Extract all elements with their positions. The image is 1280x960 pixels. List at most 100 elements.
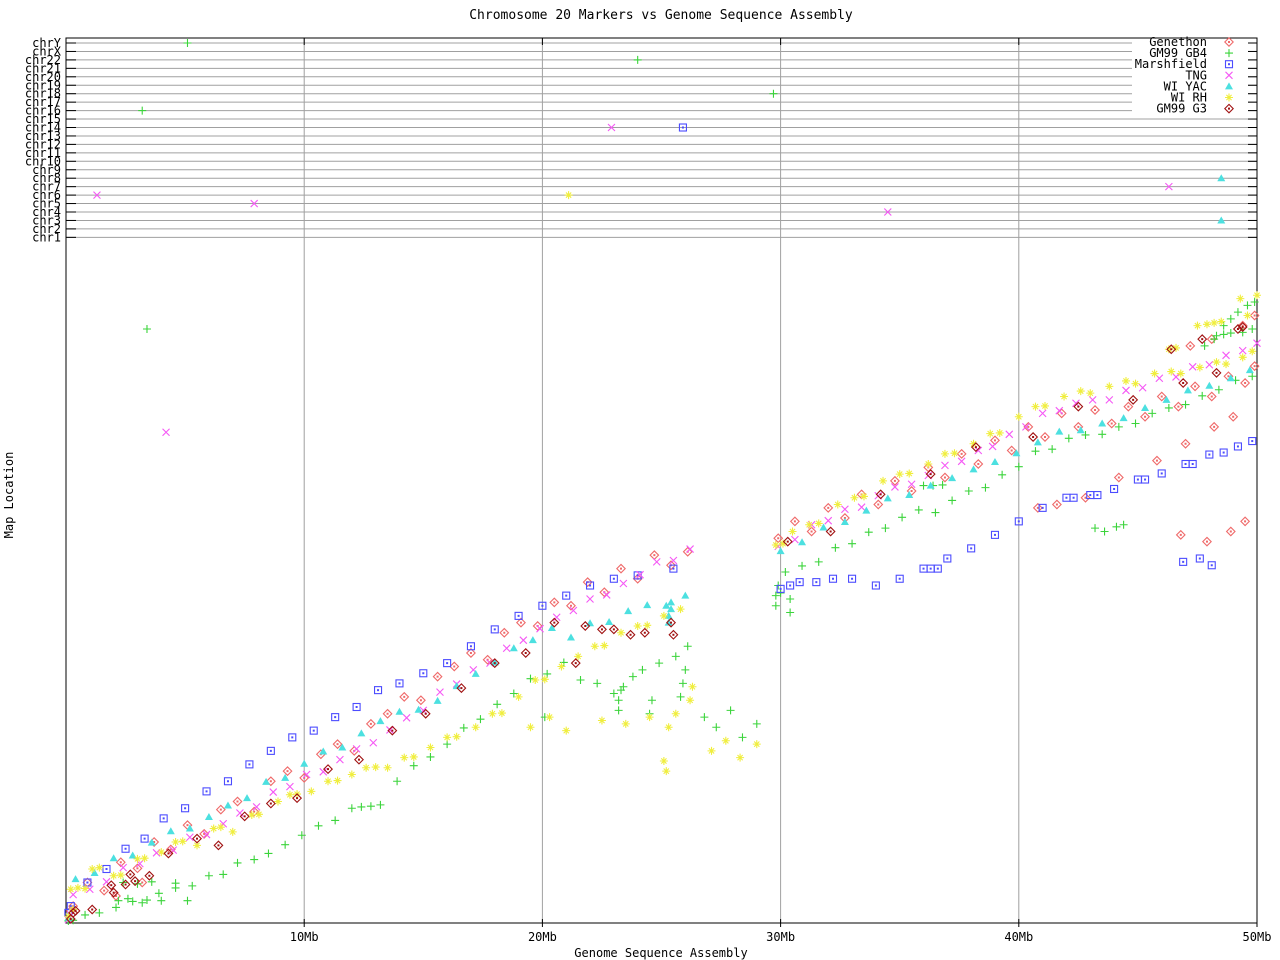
marker-point: [246, 761, 253, 768]
other-chromosome-hits: [93, 39, 1225, 223]
marker-point: [727, 706, 735, 714]
marker-point: [250, 856, 258, 864]
marker-point: [1041, 402, 1049, 410]
x-tick-label: 30Mb: [766, 930, 795, 944]
marker-point: [957, 450, 965, 458]
marker-point: [1241, 517, 1249, 525]
marker-point: [95, 864, 103, 872]
chromosome-label: chr1: [32, 230, 61, 244]
marker-point: [217, 805, 225, 813]
marker-point: [183, 897, 191, 905]
marker-point: [395, 708, 403, 715]
marker-point: [443, 733, 451, 741]
marker-point: [1223, 352, 1230, 359]
marker-point: [1091, 406, 1099, 414]
marker-point: [1129, 396, 1137, 404]
x-tick-label: 20Mb: [528, 930, 557, 944]
marker-point: [1060, 393, 1068, 401]
marker-point: [1203, 320, 1211, 328]
marker-point: [679, 679, 687, 687]
marker-point: [1234, 308, 1242, 316]
marker-point: [1098, 420, 1106, 427]
series-wi-rh: [64, 291, 1261, 920]
marker-point: [520, 637, 527, 644]
marker-point: [103, 866, 110, 873]
marker-point: [786, 609, 794, 617]
marker-point: [1189, 461, 1196, 468]
marker-point: [1087, 492, 1094, 499]
marker-point: [834, 501, 842, 509]
marker-point: [563, 592, 570, 599]
marker-point: [1184, 386, 1192, 393]
marker-point: [1115, 473, 1123, 481]
marker-point: [753, 740, 761, 748]
marker-point: [819, 523, 827, 530]
marker-point: [738, 733, 746, 741]
marker-point: [991, 458, 999, 465]
marker-point: [183, 39, 191, 47]
marker-point: [787, 582, 794, 589]
marker-point: [417, 696, 425, 704]
marker-point: [1215, 386, 1223, 394]
marker-point: [1142, 476, 1149, 483]
marker-point: [370, 739, 377, 746]
marker-point: [376, 717, 384, 724]
marker-point: [324, 777, 332, 785]
marker-point: [1055, 428, 1063, 435]
marker-point: [939, 481, 947, 489]
marker-point: [669, 631, 677, 639]
marker-point: [681, 666, 689, 674]
marker-point: [825, 517, 832, 524]
marker-point: [1239, 347, 1246, 354]
marker-point: [687, 546, 694, 553]
marker-point: [172, 838, 180, 846]
marker-point: [270, 789, 277, 796]
marker-point: [348, 771, 356, 779]
marker-point: [307, 787, 315, 795]
marker-point: [722, 737, 730, 745]
marker-point: [434, 697, 442, 704]
marker-point: [1056, 407, 1063, 414]
marker-point: [1243, 312, 1251, 320]
marker-point: [362, 764, 370, 772]
marker-point: [622, 720, 630, 728]
series-wi-yac: [64, 366, 1253, 920]
marker-point: [796, 579, 803, 586]
marker-point: [155, 889, 163, 897]
marker-point: [426, 753, 434, 761]
marker-point: [179, 837, 187, 845]
marker-point: [831, 544, 839, 552]
marker-point: [233, 797, 241, 805]
marker-point: [586, 619, 594, 626]
plot-border: [66, 38, 1257, 923]
marker-point: [1112, 523, 1120, 531]
marker-point: [577, 676, 585, 684]
marker-point: [1193, 322, 1201, 330]
scatter-plot: GenethonGM99 GB4MarshfieldTNGWI YACWI RH…: [0, 0, 1280, 960]
marker-point: [1250, 362, 1258, 370]
marker-point: [267, 747, 274, 754]
marker-point: [400, 693, 408, 701]
marker-point: [572, 659, 580, 667]
marker-point: [122, 845, 129, 852]
marker-point: [460, 724, 468, 732]
marker-point: [626, 631, 634, 639]
marker-point: [841, 506, 848, 513]
marker-point: [1174, 402, 1182, 410]
marker-point: [1122, 377, 1130, 385]
marker-point: [1250, 311, 1258, 319]
marker-point: [1172, 344, 1180, 352]
marker-point: [974, 460, 982, 468]
marker-point: [944, 555, 951, 562]
marker-point: [615, 706, 623, 714]
marker-point: [1198, 335, 1206, 343]
marker-point: [472, 723, 480, 731]
marker-point: [522, 649, 530, 657]
marker-point: [234, 859, 242, 867]
marker-point: [384, 764, 392, 772]
marker-point: [255, 810, 263, 818]
marker-point: [403, 714, 410, 721]
marker-point: [789, 528, 797, 536]
marker-point: [205, 813, 213, 820]
marker-point: [1177, 531, 1185, 539]
